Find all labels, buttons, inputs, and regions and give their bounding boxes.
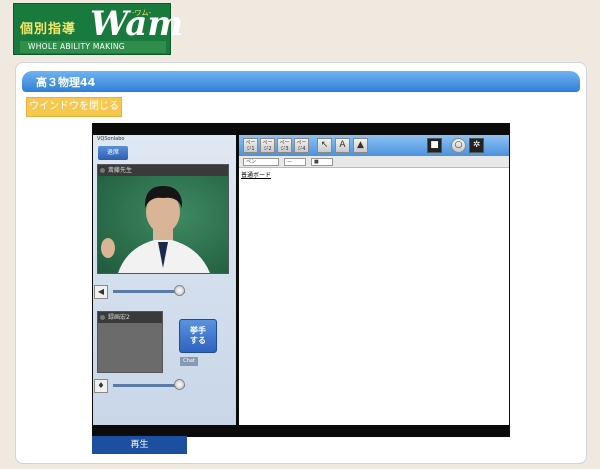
lesson-panel: 高３物理44 ウインドウを閉じる VQSonlabo 退席 斎藤先生 ◀ 録画宏… xyxy=(15,62,587,464)
line-width-select[interactable]: — xyxy=(284,158,306,166)
pen-options-bar: ペン — ■ xyxy=(239,156,509,168)
page-1-button[interactable]: ページ1 xyxy=(243,138,258,153)
mic-slider-knob[interactable] xyxy=(174,379,185,390)
teacher-figure xyxy=(101,186,210,273)
logo-tagline: WHOLE ABILITY MAKING xyxy=(28,42,125,51)
app-name: VQSonlabo xyxy=(97,136,125,142)
raise-hand-label: 挙手 する xyxy=(190,326,206,345)
lesson-title: 高３物理44 xyxy=(36,76,96,89)
folder-icon[interactable]: ■ xyxy=(427,138,442,153)
recording-panel: 録画宏2 xyxy=(97,311,163,373)
mic-slider[interactable] xyxy=(113,379,185,390)
close-window-button[interactable]: ウインドウを閉じる xyxy=(26,97,122,117)
page-3-button[interactable]: ページ3 xyxy=(277,138,292,153)
clock-icon[interactable]: ○ xyxy=(451,138,466,153)
lesson-title-bar: 高３物理44 xyxy=(22,71,580,92)
text-tool-icon[interactable]: A xyxy=(335,138,350,153)
raise-hand-button[interactable]: 挙手 する xyxy=(179,319,217,353)
wam-logo[interactable]: 個別指導 -ワム- Wam WHOLE ABILITY MAKING xyxy=(13,3,183,55)
logo-brand: Wam xyxy=(90,4,184,44)
pen-select[interactable]: ペン xyxy=(243,158,279,166)
play-button[interactable]: 再生 xyxy=(92,436,187,454)
logo-jp-text: 個別指導 xyxy=(20,22,77,37)
board-link[interactable]: 普通ボード xyxy=(241,170,271,179)
pen-label: ペン xyxy=(246,159,257,165)
microphone-icon[interactable]: ♦ xyxy=(94,379,108,393)
whiteboard[interactable]: ページ1 ページ2 ページ3 ページ4 ↖ A ▲ ■ ○ ✲ ペン — ■ 普… xyxy=(239,135,509,425)
video-player[interactable]: VQSonlabo 退席 斎藤先生 ◀ 録画宏2 挙手 する Chat ♦ ペー… xyxy=(92,123,510,437)
volume-slider[interactable] xyxy=(113,285,185,296)
page-2-button[interactable]: ページ2 xyxy=(260,138,275,153)
teacher-video xyxy=(98,176,228,273)
chat-button[interactable]: Chat xyxy=(180,357,198,366)
color-select[interactable]: ■ xyxy=(311,158,333,166)
whiteboard-toolbar: ページ1 ページ2 ページ3 ページ4 ↖ A ▲ ■ ○ ✲ xyxy=(239,135,509,156)
settings-icon[interactable]: ✲ xyxy=(469,138,484,153)
speaker-icon[interactable]: ◀ xyxy=(94,285,108,299)
leave-button[interactable]: 退席 xyxy=(98,146,128,160)
stamp-icon[interactable]: ▲ xyxy=(353,138,368,153)
volume-slider-knob[interactable] xyxy=(174,285,185,296)
pointer-icon[interactable]: ↖ xyxy=(317,138,332,153)
app-left-pane: VQSonlabo 退席 斎藤先生 ◀ 録画宏2 挙手 する Chat ♦ xyxy=(93,135,236,425)
page-4-button[interactable]: ページ4 xyxy=(294,138,309,153)
teacher-label: 斎藤先生 xyxy=(98,165,228,176)
teacher-camera: 斎藤先生 xyxy=(97,164,229,274)
recording-label: 録画宏2 xyxy=(98,312,162,323)
